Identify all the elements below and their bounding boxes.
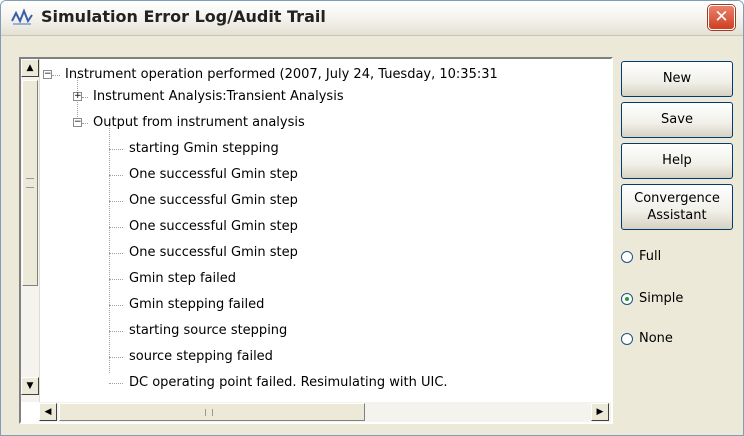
node-label: Instrument Analysis:Transient Analysis xyxy=(93,89,344,104)
log-tree-panel: ▲ ▼ − Instrument operation performed (20… xyxy=(19,57,613,424)
tree-connector xyxy=(82,97,88,98)
vertical-scrollbar[interactable]: ▲ ▼ xyxy=(21,59,40,402)
tree-connector xyxy=(109,123,110,373)
arrow-right-icon: ▶ xyxy=(596,407,604,417)
radio-unselected-icon[interactable] xyxy=(621,251,633,263)
scroll-down-button[interactable]: ▼ xyxy=(21,377,39,395)
scroll-up-button[interactable]: ▲ xyxy=(21,59,39,77)
close-button[interactable]: ✕ xyxy=(708,5,735,30)
simulation-wave-icon xyxy=(11,8,33,25)
grip-icon xyxy=(205,409,213,416)
tree-node-root[interactable]: − Instrument operation performed (2007, … xyxy=(43,65,611,85)
tree-node-transient-analysis[interactable]: + Instrument Analysis:Transient Analysis xyxy=(43,87,611,107)
tree-connector xyxy=(52,75,60,76)
log-tree: − Instrument operation performed (2007, … xyxy=(43,63,611,400)
arrow-up-icon: ▲ xyxy=(26,63,34,73)
vertical-scroll-thumb[interactable] xyxy=(22,80,38,286)
horizontal-scrollbar[interactable]: ◀ ▶ xyxy=(39,402,611,422)
close-icon: ✕ xyxy=(714,7,729,27)
collapse-icon[interactable]: − xyxy=(43,70,52,79)
client-area: ▲ ▼ − Instrument operation performed (20… xyxy=(1,36,743,435)
window-title: Simulation Error Log/Audit Trail xyxy=(41,7,326,26)
radio-selected-icon[interactable] xyxy=(621,293,633,305)
error-log-window: Simulation Error Log/Audit Trail ✕ ▲ ▼ − xyxy=(0,0,744,436)
tree-node-output[interactable]: − Output from instrument analysis xyxy=(43,113,611,133)
title-bar[interactable]: Simulation Error Log/Audit Trail ✕ xyxy=(1,1,743,36)
help-button[interactable]: Help xyxy=(621,143,733,179)
convergence-assistant-button[interactable]: Convergence Assistant xyxy=(621,184,733,230)
collapse-icon[interactable]: − xyxy=(73,118,82,127)
expand-icon[interactable]: + xyxy=(73,92,82,101)
horizontal-scroll-thumb[interactable] xyxy=(59,403,365,421)
tree-connector xyxy=(82,123,88,124)
node-label: Output from instrument analysis xyxy=(93,115,305,130)
new-button[interactable]: New xyxy=(621,61,733,97)
arrow-left-icon: ◀ xyxy=(44,407,52,417)
root-node-label: Instrument operation performed (2007, Ju… xyxy=(65,67,498,82)
scroll-left-button[interactable]: ◀ xyxy=(39,403,57,421)
scroll-right-button[interactable]: ▶ xyxy=(591,403,609,421)
radio-unselected-icon[interactable] xyxy=(621,333,633,345)
grip-icon xyxy=(26,178,34,188)
arrow-down-icon: ▼ xyxy=(26,381,34,391)
save-button[interactable]: Save xyxy=(621,102,733,138)
